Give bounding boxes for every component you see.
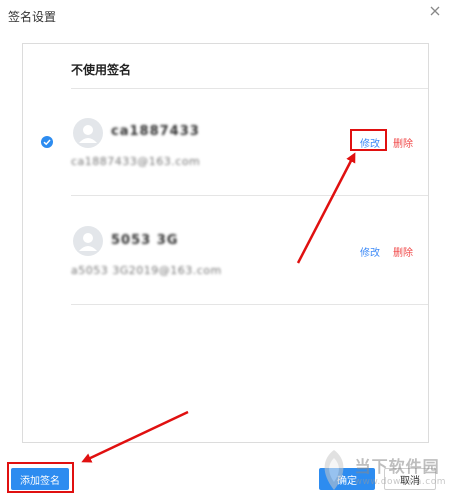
watermark-text: 当下软件园 — [354, 457, 440, 476]
signature-name: ca1887433 — [111, 124, 200, 139]
watermark-url: www.downxia.com — [354, 477, 446, 487]
signature-name: 5053 3G — [111, 233, 179, 248]
watermark: 当下软件园 www.downxia.com — [317, 448, 446, 492]
signature-email: a5053 3G2019@163.com — [71, 264, 222, 277]
delete-signature-link[interactable]: 删除 — [393, 135, 413, 150]
close-icon[interactable] — [428, 4, 442, 18]
annotation-highlight-add — [7, 462, 74, 493]
annotation-highlight-edit — [350, 129, 387, 151]
signature-email: ca1887433@163.com — [71, 155, 201, 168]
divider — [71, 195, 428, 196]
signature-panel: 不使用签名 ca1887433 ca1887433@163.com 修改 删除 … — [22, 43, 429, 443]
dialog-title: 签名设置 — [8, 10, 57, 24]
divider — [71, 88, 428, 89]
selected-check-icon[interactable] — [41, 136, 53, 148]
delete-signature-link[interactable]: 删除 — [393, 244, 413, 259]
no-signature-option[interactable]: 不使用签名 — [71, 61, 131, 78]
edit-signature-link[interactable]: 修改 — [360, 244, 380, 259]
avatar — [73, 226, 103, 256]
divider — [71, 304, 428, 305]
avatar — [73, 118, 103, 148]
watermark-logo-icon — [317, 448, 351, 492]
